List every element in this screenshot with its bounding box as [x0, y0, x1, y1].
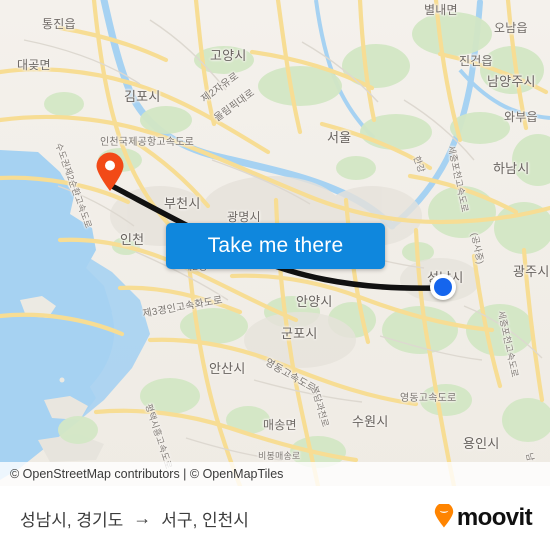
- moovit-pin-icon: [434, 502, 454, 533]
- map-canvas[interactable]: 통진읍대곶면김포시고양시별내면오남읍진건읍남양주시와부읍서울하남시광주시성남시부…: [0, 0, 550, 486]
- arrow-right-icon: →: [133, 508, 152, 528]
- moovit-route-screen: 통진읍대곶면김포시고양시별내면오남읍진건읍남양주시와부읍서울하남시광주시성남시부…: [0, 0, 550, 550]
- attribution-text[interactable]: © OpenStreetMap contributors | © OpenMap…: [10, 467, 283, 481]
- map-attribution-bar: © OpenStreetMap contributors | © OpenMap…: [0, 462, 550, 486]
- origin-dot-icon[interactable]: [430, 274, 456, 300]
- moovit-logo[interactable]: moovit: [434, 502, 533, 533]
- origin-dot-core: [434, 278, 452, 296]
- destination-pin-icon[interactable]: [95, 152, 125, 192]
- moovit-wordmark: moovit: [456, 504, 533, 531]
- take-me-there-button[interactable]: Take me there: [166, 223, 385, 269]
- route-origin-label: 성남시, 경기도: [20, 510, 124, 530]
- route-destination-label: 서구, 인천시: [161, 510, 249, 530]
- footer-bar: 성남시, 경기도 → 서구, 인천시 moovit: [0, 486, 550, 550]
- route-summary: 성남시, 경기도 → 서구, 인천시: [20, 506, 249, 531]
